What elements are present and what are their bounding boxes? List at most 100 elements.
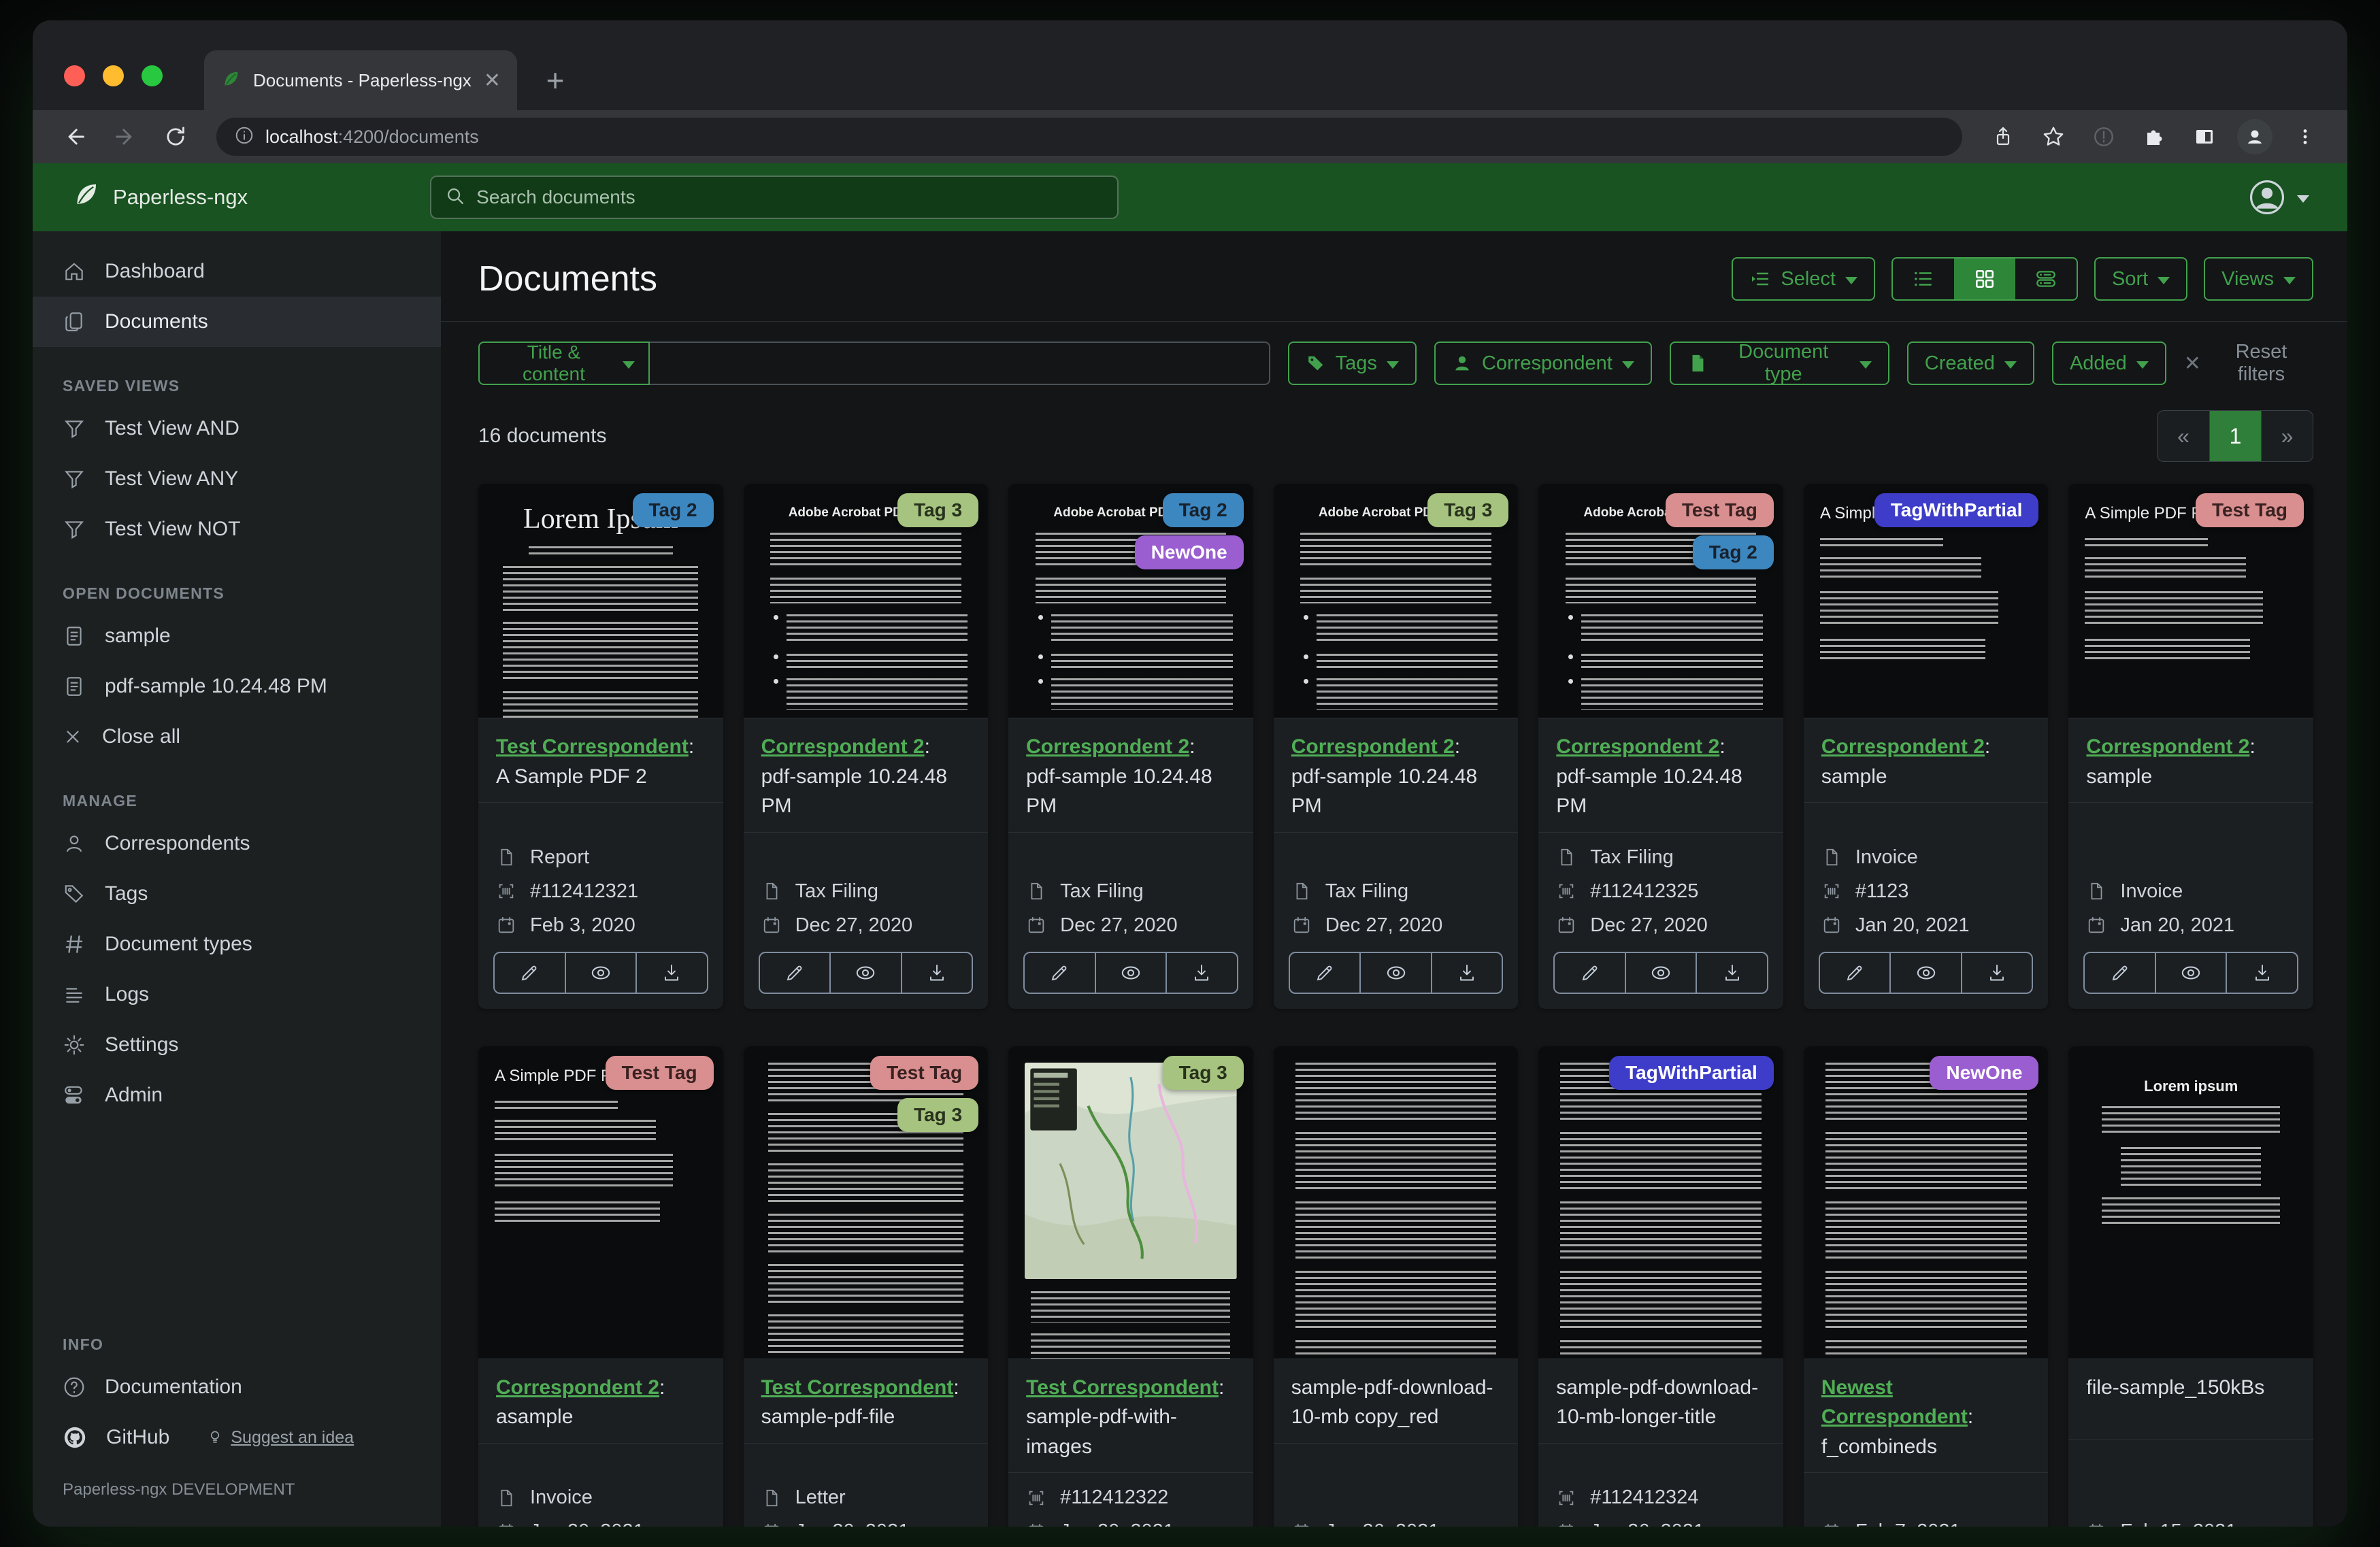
suggest-an-idea-link[interactable]: Suggest an idea xyxy=(206,1428,354,1448)
correspondent-link[interactable]: Correspondent 2 xyxy=(1026,735,1189,758)
reset-filters-button[interactable]: ✕ Reset filters xyxy=(2184,341,2313,386)
sidebar-item-settings[interactable]: Settings xyxy=(33,1020,441,1070)
sidebar-item-correspondents[interactable]: Correspondents xyxy=(33,818,441,869)
view-button[interactable] xyxy=(1359,952,1431,993)
correspondent-link[interactable]: Correspondent 2 xyxy=(1291,735,1455,758)
view-button[interactable] xyxy=(829,952,901,993)
correspondent-filter-button[interactable]: Correspondent xyxy=(1434,342,1652,385)
added-filter-button[interactable]: Added xyxy=(2051,342,2166,385)
tag-badge[interactable]: Tag 2 xyxy=(1162,493,1244,528)
tags-filter-button[interactable]: Tags xyxy=(1287,342,1417,385)
grid-view-button[interactable] xyxy=(1953,259,2015,299)
download-button[interactable] xyxy=(635,952,707,993)
sidebar-item-test-view-and[interactable]: Test View AND xyxy=(33,403,441,454)
filter-field-selector[interactable]: Title & content xyxy=(478,342,650,385)
edit-button[interactable] xyxy=(1025,953,1095,993)
tag-badge[interactable]: Tag 3 xyxy=(897,493,979,528)
tab-close-icon[interactable]: ✕ xyxy=(484,69,501,93)
download-button[interactable] xyxy=(2226,952,2297,993)
select-button[interactable]: Select xyxy=(1732,257,1875,301)
new-tab-button[interactable]: + xyxy=(536,61,574,99)
download-button[interactable] xyxy=(900,952,972,993)
sidebar-item-open-doc-pdf-sample[interactable]: pdf-sample 10.24.48 PM xyxy=(33,661,441,712)
user-menu[interactable] xyxy=(2248,178,2309,216)
edit-button[interactable] xyxy=(495,953,565,993)
site-info-icon[interactable] xyxy=(234,125,254,149)
zoom-window-button[interactable] xyxy=(142,65,163,86)
sidebar-item-tags[interactable]: Tags xyxy=(33,869,441,919)
view-button[interactable] xyxy=(2154,952,2226,993)
correspondent-link[interactable]: Correspondent 2 xyxy=(2086,735,2249,758)
tag-badge[interactable]: TagWithPartial xyxy=(1874,493,2039,528)
sidebar-item-logs[interactable]: Logs xyxy=(33,969,441,1020)
correspondent-link[interactable]: Correspondent 2 xyxy=(761,735,925,758)
view-button[interactable] xyxy=(564,952,636,993)
sidebar-item-test-view-any[interactable]: Test View ANY xyxy=(33,454,441,504)
bookmark-star-icon[interactable] xyxy=(2032,115,2075,159)
document-thumbnail[interactable]: Test Tag Tag 3 xyxy=(743,1046,989,1359)
document-thumbnail[interactable]: Adobe Acrobat PDF Files Tag 2 NewOne xyxy=(1008,484,1253,718)
tag-badge[interactable]: TagWithPartial xyxy=(1609,1055,1774,1090)
correspondent-link[interactable]: Test Correspondent xyxy=(1026,1376,1219,1399)
download-button[interactable] xyxy=(1696,952,1767,993)
document-thumbnail[interactable]: Adobe Acrobat PDF Files Tag 3 xyxy=(1273,484,1519,718)
sidebar-item-document-types[interactable]: Document types xyxy=(33,919,441,969)
reload-icon[interactable] xyxy=(154,115,197,159)
document-thumbnail[interactable]: Lorem ipsum xyxy=(2068,1046,2313,1359)
sidebar-item-dashboard[interactable]: Dashboard xyxy=(33,246,441,297)
tag-badge[interactable]: Test Tag xyxy=(2196,493,2304,528)
document-thumbnail[interactable]: Tag 3 xyxy=(1008,1046,1253,1359)
document-thumbnail[interactable]: A Simple PDF File Test Tag xyxy=(2068,484,2313,718)
download-button[interactable] xyxy=(1960,952,2032,993)
app-brand[interactable]: Paperless-ngx xyxy=(33,181,248,214)
view-button[interactable] xyxy=(1889,952,1961,993)
tag-badge[interactable]: Test Tag xyxy=(1665,493,1774,528)
sidebar-item-test-view-not[interactable]: Test View NOT xyxy=(33,504,441,554)
search-input[interactable] xyxy=(476,186,1104,208)
pagination-next-button[interactable]: » xyxy=(2261,411,2313,461)
edit-button[interactable] xyxy=(1820,953,1890,993)
sidebar-item-github[interactable]: GitHub Suggest an idea xyxy=(33,1412,441,1463)
tag-badge[interactable]: Test Tag xyxy=(870,1055,979,1090)
back-icon[interactable] xyxy=(53,115,97,159)
correspondent-link[interactable]: Test Correspondent xyxy=(761,1376,954,1399)
edit-button[interactable] xyxy=(2085,953,2155,993)
tag-badge[interactable]: NewOne xyxy=(1930,1055,2039,1090)
tag-badge[interactable]: Tag 3 xyxy=(1427,493,1509,528)
sidebar-item-documentation[interactable]: Documentation xyxy=(33,1362,441,1412)
sidebar-item-open-doc-sample[interactable]: sample xyxy=(33,611,441,661)
document-thumbnail[interactable]: Adobe Acrobat PDF Files Tag 3 xyxy=(743,484,989,718)
close-window-button[interactable] xyxy=(64,65,85,86)
sidebar-item-documents[interactable]: Documents xyxy=(33,297,441,347)
correspondent-link[interactable]: Correspondent 2 xyxy=(1821,735,1985,758)
detail-view-button[interactable] xyxy=(2015,259,2077,299)
tag-badge[interactable]: Tag 2 xyxy=(632,493,714,528)
tag-badge[interactable]: Tag 2 xyxy=(1692,535,1774,570)
pagination-prev-button[interactable]: « xyxy=(2158,411,2209,461)
browser-tab[interactable]: Documents - Paperless-ngx ✕ xyxy=(204,50,517,110)
sidebar-item-close-all[interactable]: Close all xyxy=(33,712,441,762)
document-thumbnail[interactable]: TagWithPartial xyxy=(1538,1046,1783,1359)
download-button[interactable] xyxy=(1430,952,1502,993)
correspondent-link[interactable]: Newest Correspondent xyxy=(1821,1376,1968,1429)
minimize-window-button[interactable] xyxy=(103,65,124,86)
document-thumbnail[interactable]: A Simple PDF File Test Tag xyxy=(478,1046,723,1359)
document-thumbnail[interactable]: A Simple PDF File TagWithPartial xyxy=(1803,484,2049,718)
view-button[interactable] xyxy=(1094,952,1166,993)
created-filter-button[interactable]: Created xyxy=(1906,342,2034,385)
side-panel-icon[interactable] xyxy=(2183,115,2226,159)
list-view-button[interactable] xyxy=(1893,259,1954,299)
password-manager-icon[interactable] xyxy=(2082,115,2126,159)
sidebar-item-admin[interactable]: Admin xyxy=(33,1070,441,1120)
share-icon[interactable] xyxy=(1981,115,2025,159)
correspondent-link[interactable]: Correspondent 2 xyxy=(496,1376,659,1399)
document-thumbnail[interactable]: Adobe Acrobat PDF Files Test Tag Tag 2 xyxy=(1538,484,1783,718)
extensions-puzzle-icon[interactable] xyxy=(2132,115,2176,159)
document-thumbnail[interactable]: Lorem Ipsum Tag 2 xyxy=(478,484,723,718)
view-button[interactable] xyxy=(1624,952,1696,993)
tag-badge[interactable]: Test Tag xyxy=(605,1055,714,1090)
browser-menu-kebab-icon[interactable] xyxy=(2283,115,2327,159)
title-content-filter-input[interactable] xyxy=(649,342,1270,385)
correspondent-link[interactable]: Correspondent 2 xyxy=(1556,735,1719,758)
tag-badge[interactable]: NewOne xyxy=(1134,535,1244,570)
